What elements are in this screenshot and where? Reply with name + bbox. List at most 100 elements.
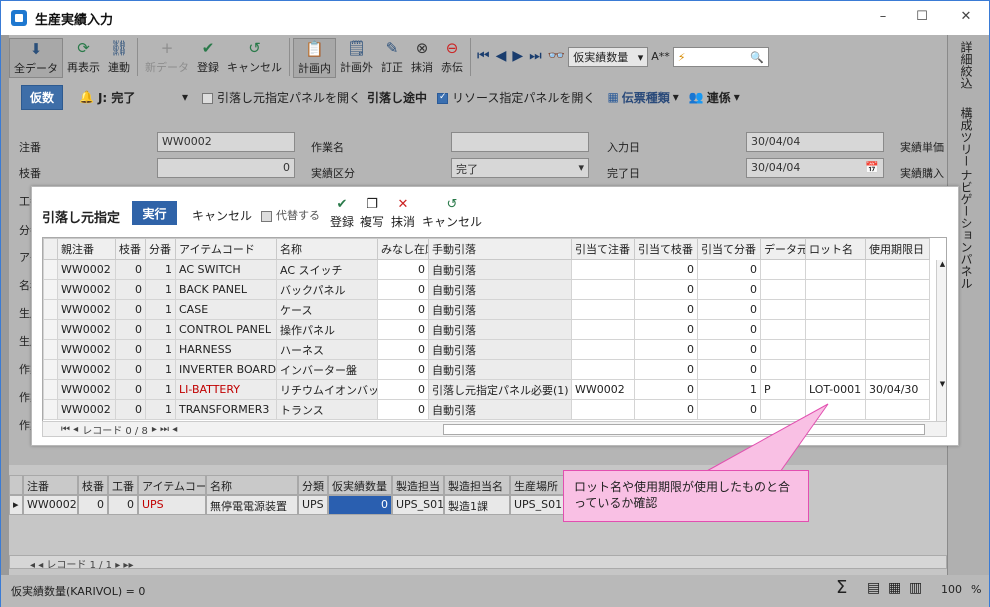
table-cell[interactable]: UPS_S01 xyxy=(510,495,568,515)
column-header[interactable]: データ元 xyxy=(760,238,806,260)
table-cell[interactable] xyxy=(805,319,866,340)
table-cell[interactable]: 0 xyxy=(377,279,429,300)
table-row[interactable]: WW000201LI-BATTERYリチウムイオンバッテリ0引落し元指定パネル必… xyxy=(43,379,930,400)
column-header[interactable]: 生産場所 xyxy=(510,475,568,495)
table-cell[interactable]: 0 xyxy=(377,359,429,380)
table-cell[interactable] xyxy=(760,299,806,320)
column-header[interactable]: 枝番 xyxy=(78,475,108,495)
refresh-button[interactable]: ⟳ 再表示 xyxy=(63,38,104,78)
table-cell[interactable] xyxy=(760,259,806,280)
table-cell[interactable]: 0 xyxy=(115,279,146,300)
table-cell[interactable]: 0 xyxy=(634,319,698,340)
table-cell[interactable]: UPS xyxy=(298,495,328,515)
table-cell[interactable]: WW0002 xyxy=(57,279,116,300)
table-cell[interactable]: WW0002 xyxy=(57,319,116,340)
view-form-icon[interactable]: ▥ xyxy=(909,580,922,596)
table-cell[interactable]: 0 xyxy=(115,259,146,280)
dialog-cancel-button[interactable]: キャンセル xyxy=(192,207,252,224)
column-header[interactable]: 注番 xyxy=(23,475,78,495)
table-cell[interactable]: WW0002 xyxy=(57,379,116,400)
table-cell[interactable] xyxy=(571,359,635,380)
table-cell[interactable]: 自動引落 xyxy=(428,259,572,280)
first-page-icon[interactable]: ⏮ ◂ xyxy=(61,424,78,435)
table-cell[interactable]: 0 xyxy=(377,399,429,420)
column-header[interactable]: 手動引落 xyxy=(428,238,572,260)
table-cell[interactable]: 0 xyxy=(634,259,698,280)
search-input[interactable]: ⚡ 🔍 xyxy=(672,47,769,67)
table-cell[interactable]: WW0002 xyxy=(57,339,116,360)
table-cell[interactable]: WW0002 xyxy=(57,299,116,320)
table-cell[interactable] xyxy=(805,399,866,420)
table-cell[interactable]: トランス xyxy=(276,399,378,420)
chuban-field[interactable]: WW0002 xyxy=(157,132,295,152)
column-header[interactable]: 引当て注番 xyxy=(571,238,635,260)
last-page-icon[interactable]: ▸ ⏭ ◂ xyxy=(152,424,177,435)
table-cell[interactable]: 0 xyxy=(115,399,146,420)
table-cell[interactable]: 0 xyxy=(697,319,761,340)
new-data-button[interactable]: + 新データ xyxy=(141,38,193,78)
table-cell[interactable]: 引落し元指定パネル必要(1) xyxy=(428,379,572,400)
table-cell[interactable]: 0 xyxy=(108,495,138,515)
table-cell[interactable] xyxy=(571,399,635,420)
table-cell[interactable]: リチウムイオンバッテリ xyxy=(276,379,378,400)
table-cell[interactable]: 0 xyxy=(697,339,761,360)
table-cell[interactable]: 自動引落 xyxy=(428,319,572,340)
column-header[interactable]: 名称 xyxy=(276,238,378,260)
table-cell[interactable]: P xyxy=(760,379,806,400)
chk-open-source-panel[interactable]: 引落し元指定パネルを開く xyxy=(202,89,361,106)
table-cell[interactable]: 製造1課 xyxy=(444,495,510,515)
table-cell[interactable]: 自動引落 xyxy=(428,359,572,380)
table-cell[interactable]: バックパネル xyxy=(276,279,378,300)
next-record-icon[interactable]: ▶ xyxy=(512,48,523,64)
row-header[interactable] xyxy=(43,259,58,280)
table-cell[interactable] xyxy=(805,259,866,280)
table-cell[interactable]: LI-BATTERY xyxy=(175,379,277,400)
table-cell[interactable] xyxy=(805,359,866,380)
table-cell[interactable] xyxy=(571,259,635,280)
table-cell[interactable]: 0 xyxy=(115,339,146,360)
table-cell[interactable]: TRANSFORMER3 xyxy=(175,399,277,420)
substitute-check[interactable]: 代替する xyxy=(261,207,320,223)
table-cell[interactable]: 操作パネル xyxy=(276,319,378,340)
detail-filter-tab[interactable]: 詳細絞込 xyxy=(958,41,975,89)
table-cell[interactable]: 1 xyxy=(145,399,176,420)
planned-button[interactable]: 📋 計画内 xyxy=(293,38,336,78)
register-button[interactable]: ✔ 登録 xyxy=(193,38,223,78)
table-cell[interactable]: 0 xyxy=(634,279,698,300)
table-cell[interactable]: 0 xyxy=(697,299,761,320)
column-header[interactable]: 工番 xyxy=(108,475,138,495)
column-header[interactable]: ロット名 xyxy=(805,238,866,260)
table-cell[interactable] xyxy=(805,299,866,320)
first-record-icon[interactable]: ⏮ xyxy=(477,48,490,64)
table-cell[interactable]: 0 xyxy=(634,379,698,400)
row-header[interactable] xyxy=(43,319,58,340)
font-toggle[interactable]: A** xyxy=(651,50,670,63)
chevron-down-icon[interactable]: ▾ xyxy=(182,90,188,104)
sigma-icon[interactable]: Σ xyxy=(836,577,847,598)
maximize-button[interactable]: ☐ xyxy=(912,9,932,24)
cancel-button[interactable]: ↺ キャンセル xyxy=(223,38,286,78)
dlg-erase-button[interactable]: ✕ 抹消 xyxy=(391,197,415,230)
column-header[interactable]: 仮実績数量 xyxy=(328,475,392,495)
table-cell[interactable] xyxy=(865,279,930,300)
table-row[interactable]: WW0002 0 1 HARNESS ハーネス 0 自動引落 0 0 xyxy=(43,339,930,360)
table-cell[interactable]: 0 xyxy=(115,299,146,320)
column-header[interactable]: 引当て分番 xyxy=(697,238,761,260)
table-cell[interactable]: ハーネス xyxy=(276,339,378,360)
table-cell[interactable]: ケース xyxy=(276,299,378,320)
done-date-field[interactable]: 30/04/04 📅 xyxy=(746,158,884,178)
table-cell[interactable]: 0 xyxy=(78,495,108,515)
table-cell[interactable] xyxy=(571,339,635,360)
row-header[interactable] xyxy=(43,279,58,300)
edaban-field[interactable]: 0 xyxy=(157,158,295,178)
table-row[interactable]: WW0002 0 1 AC SWITCH AC スイッチ 0 自動引落 0 0 xyxy=(43,259,930,280)
table-cell[interactable]: WW0002 xyxy=(57,259,116,280)
table-cell[interactable] xyxy=(571,319,635,340)
table-cell[interactable] xyxy=(865,299,930,320)
chevron-down-icon[interactable]: ▾ xyxy=(673,90,679,104)
row-header[interactable] xyxy=(43,379,58,400)
status-select[interactable]: J: 完了 xyxy=(98,89,178,106)
column-header[interactable]: 製造担当名 xyxy=(444,475,510,495)
checkbox[interactable] xyxy=(437,92,449,104)
sagyo-field[interactable] xyxy=(451,132,589,152)
